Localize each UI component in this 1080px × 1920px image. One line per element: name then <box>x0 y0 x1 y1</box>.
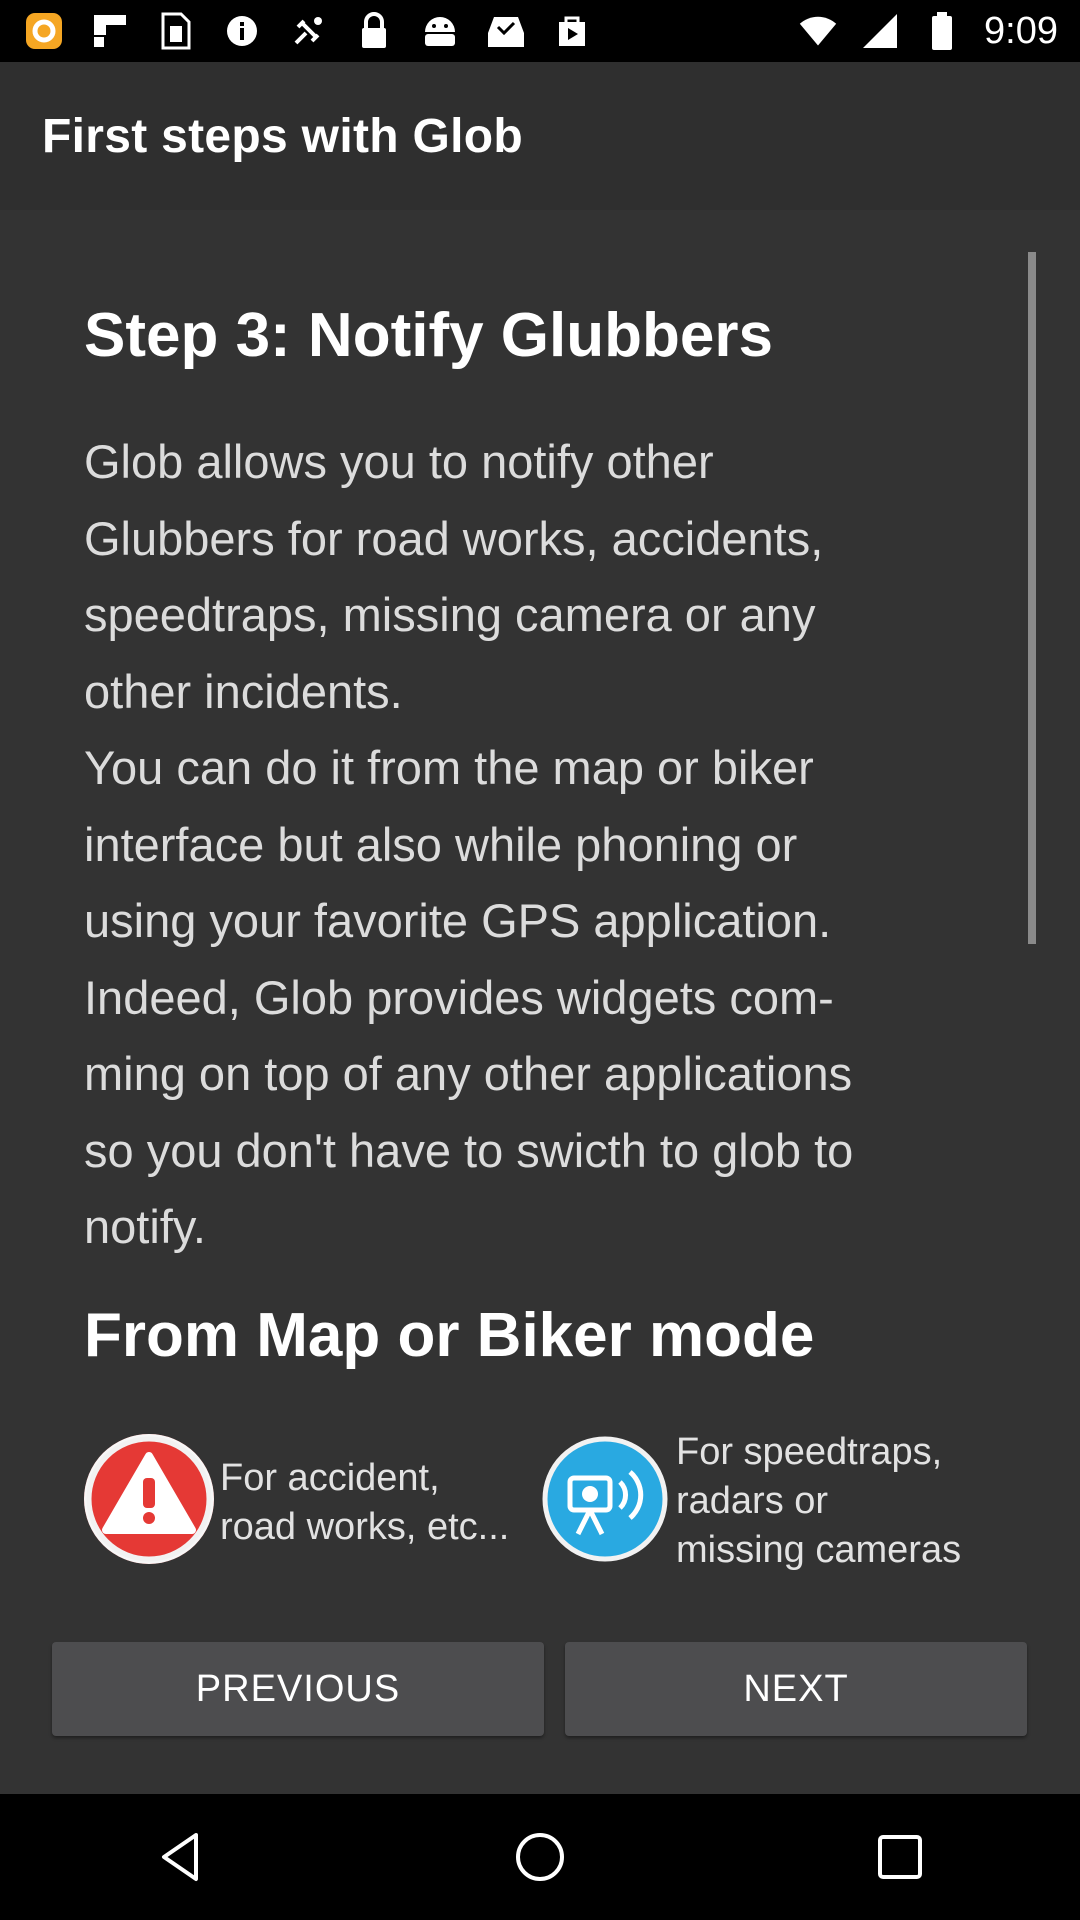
speed-camera-icon <box>540 1434 670 1564</box>
inbox-check-icon <box>486 11 526 51</box>
navigation-bar <box>0 1794 1080 1920</box>
battery-icon <box>922 11 962 51</box>
step-description: Glob allows you to notify other Glubbers… <box>84 435 854 1253</box>
recents-icon[interactable] <box>855 1812 945 1902</box>
scrollbar[interactable] <box>1028 252 1036 944</box>
previous-button[interactable]: PREVIOUS <box>52 1642 544 1736</box>
speedtrap-feature-text: For speedtraps, radars or missing camera… <box>676 1431 962 1571</box>
step-title: Step 3: Notify Glubbers <box>84 301 773 370</box>
next-button[interactable]: NEXT <box>565 1642 1027 1736</box>
status-bar: 9:09 <box>0 0 1080 62</box>
sim-card-icon <box>156 11 196 51</box>
signal-icon <box>860 11 900 51</box>
page-title: First steps with Glob <box>42 109 524 163</box>
app-notification-icon <box>24 11 64 51</box>
play-store-icon <box>552 11 592 51</box>
wifi-icon <box>798 11 838 51</box>
android-icon <box>420 11 460 51</box>
section-title: From Map or Biker mode <box>84 1301 815 1370</box>
back-icon[interactable] <box>135 1812 225 1902</box>
home-icon[interactable] <box>495 1812 585 1902</box>
gps-icon <box>288 11 328 51</box>
lock-icon <box>354 11 394 51</box>
flipboard-icon <box>90 11 130 51</box>
status-time: 9:09 <box>984 9 1058 52</box>
warning-icon <box>84 1434 214 1564</box>
info-icon <box>222 11 262 51</box>
app-bar: First steps with Glob <box>0 62 1080 210</box>
feature-row: For accident, road works, etc... For spe… <box>84 1430 1024 1571</box>
accident-feature-text: For accident, road works, etc... <box>220 1457 510 1548</box>
